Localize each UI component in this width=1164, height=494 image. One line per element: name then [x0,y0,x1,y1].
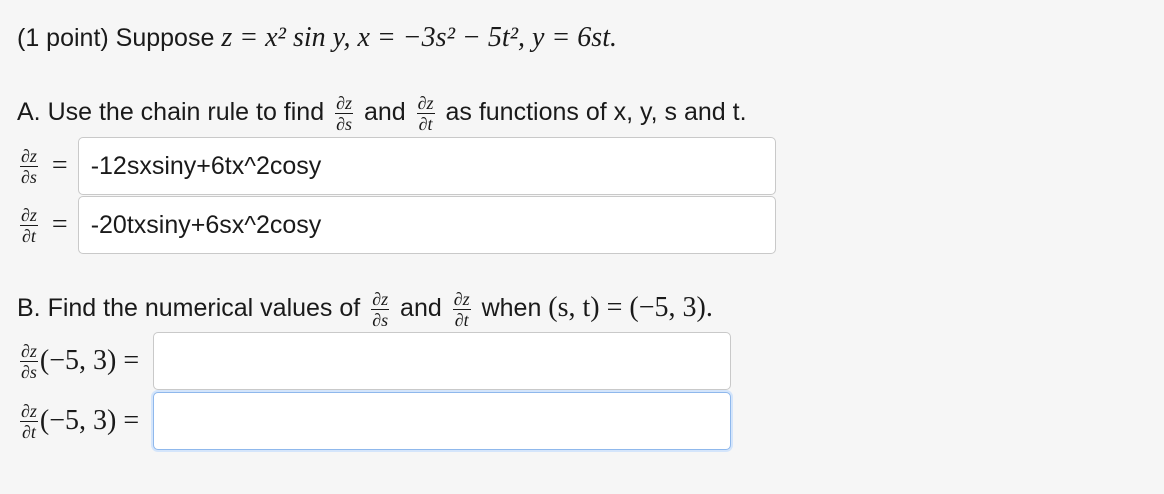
y-definition: y = 6st. [531,22,617,53]
point-condition: (s, t) = (−5, 3). [548,292,713,324]
dz-dt-label: ∂z ∂t [20,206,38,245]
part-a-and: and [363,98,406,127]
fraction-denominator: ∂t [22,225,36,246]
part-a-instruction: A. Use the chain rule to find ∂z ∂s and … [17,94,747,133]
dz-dt-fraction: ∂z ∂t [452,289,471,330]
equals-sign: = [51,150,68,181]
dz-ds-label: ∂z ∂s [20,147,38,186]
part-a-dz-ds-row: ∂z ∂s = [20,137,776,195]
fraction-numerator: ∂z [20,400,38,422]
points-label: (1 point) [17,24,109,52]
part-b-prefix: B. Find the numerical values of [17,294,361,323]
x-definition: x = −3s² − 5t², [357,22,526,53]
part-b-when: when [481,294,542,323]
fraction-numerator: ∂z [335,93,353,114]
equals-sign: = [51,209,68,240]
part-b-and: and [400,294,442,323]
dz-dt-numeric-input[interactable] [153,392,732,450]
dz-ds-label: ∂z ∂s [20,342,38,381]
fraction-denominator: ∂s [372,310,389,330]
part-a-prefix: A. Use the chain rule to find [17,98,325,127]
fraction-numerator: ∂z [452,289,471,310]
fraction-numerator: ∂z [20,340,38,362]
dz-ds-numeric-input[interactable] [153,332,732,390]
point-evaluation-label: (−5, 3) = [39,345,140,376]
dz-ds-answer-input[interactable] [77,137,776,195]
problem-statement: (1 point) Suppose z = x² sin y, x = −3s²… [17,22,617,54]
fraction-denominator: ∂s [336,114,352,134]
part-a-suffix: as functions of x, y, s and t. [445,98,747,127]
dz-dt-fraction: ∂z ∂t [416,93,435,134]
fraction-denominator: ∂s [21,166,37,187]
part-b-dz-dt-row: ∂z ∂t (−5, 3) = [20,392,732,450]
z-definition: z = x² sin y, [221,22,351,53]
dz-ds-fraction: ∂z ∂s [371,289,390,330]
fraction-numerator: ∂z [20,145,38,167]
fraction-numerator: ∂z [416,93,435,114]
fraction-denominator: ∂t [418,114,433,134]
fraction-denominator: ∂t [22,421,36,442]
fraction-denominator: ∂t [454,310,469,330]
fraction-numerator: ∂z [20,204,38,226]
part-a-dz-dt-row: ∂z ∂t = [20,196,776,254]
point-evaluation-label: (−5, 3) = [39,405,140,436]
fraction-numerator: ∂z [371,289,390,310]
dz-dt-label: ∂z ∂t [20,402,38,441]
suppose-label: Suppose [115,24,215,52]
dz-ds-fraction: ∂z ∂s [335,94,353,133]
part-b-dz-ds-row: ∂z ∂s (−5, 3) = [20,332,732,390]
dz-dt-answer-input[interactable] [77,196,776,254]
part-b-instruction: B. Find the numerical values of ∂z ∂s an… [17,290,713,329]
fraction-denominator: ∂s [21,361,37,382]
